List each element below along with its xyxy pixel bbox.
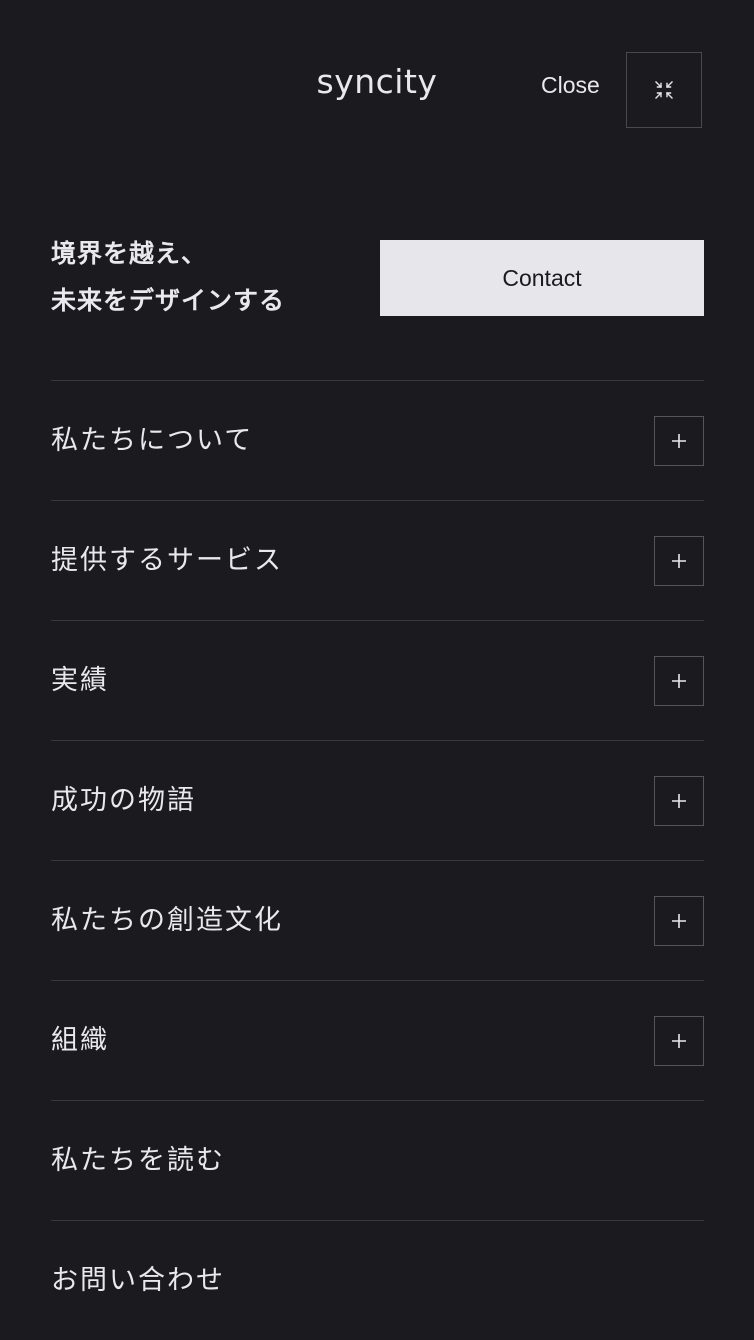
menu-item-label: 私たちについて (51, 425, 254, 456)
contact-button[interactable]: Contact (380, 240, 704, 316)
tagline: 境界を越え、 未来をデザインする (51, 230, 285, 324)
menu-item-label: 実績 (51, 665, 109, 696)
menu-item-works[interactable]: 実績 (51, 620, 704, 740)
expand-button[interactable] (654, 536, 704, 586)
menu-item-about[interactable]: 私たちについて (51, 380, 704, 500)
menu-item-label: お問い合わせ (51, 1265, 225, 1296)
menu-item-label: 組織 (51, 1025, 109, 1056)
plus-icon (672, 554, 686, 568)
menu-item-contact[interactable]: お問い合わせ (51, 1220, 704, 1340)
menu-item-label: 私たちの創造文化 (51, 905, 283, 936)
expand-button[interactable] (654, 896, 704, 946)
plus-icon (672, 434, 686, 448)
menu-item-label: 私たちを読む (51, 1145, 225, 1176)
menu-item-label: 提供するサービス (51, 545, 283, 576)
menu-item-culture[interactable]: 私たちの創造文化 (51, 860, 704, 980)
tagline-line-2: 未来をデザインする (51, 286, 286, 315)
plus-icon (672, 674, 686, 688)
close-label[interactable]: Close (541, 72, 600, 99)
plus-icon (672, 794, 686, 808)
expand-button[interactable] (654, 416, 704, 466)
expand-button[interactable] (654, 656, 704, 706)
expand-button[interactable] (654, 776, 704, 826)
plus-icon (672, 1034, 686, 1048)
close-menu-button[interactable] (626, 52, 702, 128)
plus-icon (672, 914, 686, 928)
menu-item-stories[interactable]: 成功の物語 (51, 740, 704, 860)
nav-menu: 私たちについて 提供するサービス 実績 成功の物語 私たちの創造文化 組織 私た… (51, 380, 704, 1340)
menu-item-read[interactable]: 私たちを読む (51, 1100, 704, 1220)
tagline-line-1: 境界を越え、 (51, 239, 208, 268)
menu-item-organization[interactable]: 組織 (51, 980, 704, 1100)
menu-item-label: 成功の物語 (51, 785, 196, 816)
site-header: syncity Close (0, 0, 754, 176)
collapse-arrows-icon (655, 81, 673, 99)
menu-item-services[interactable]: 提供するサービス (51, 500, 704, 620)
expand-button[interactable] (654, 1016, 704, 1066)
